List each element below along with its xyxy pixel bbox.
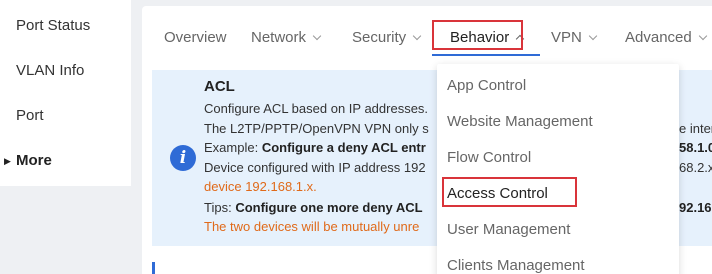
notice-line-tail: e inter [679, 121, 712, 136]
tab-label: Overview [164, 29, 227, 46]
tab-network[interactable]: Network [251, 29, 322, 47]
notice-line-warning: device 192.168.1.x. [204, 179, 317, 194]
sidebar-item-more[interactable]: More [16, 152, 52, 170]
notice-line-tail: 68.2.x [679, 160, 712, 175]
tab-overview[interactable]: Overview [164, 29, 227, 47]
sidebar-item-port[interactable]: Port [16, 107, 44, 125]
menu-highlight-box [442, 177, 577, 207]
notice-line-tail: 92.16 [679, 200, 712, 215]
tab-security[interactable]: Security [352, 29, 422, 47]
tab-label: Network [251, 29, 307, 46]
menu-item-flow-control[interactable]: Flow Control [447, 149, 531, 167]
menu-item-user-management[interactable]: User Management [447, 221, 570, 239]
notice-bold: Configure a deny ACL entr [261, 140, 426, 155]
sidebar-item-vlan-info[interactable]: VLAN Info [16, 62, 84, 80]
chevron-down-icon [312, 31, 322, 41]
section-marker [152, 262, 155, 274]
notice-prefix: Tips: [204, 200, 236, 215]
tab-label: Security [352, 29, 407, 46]
notice-line-tail: 58.1.0 [679, 140, 712, 155]
menu-item-clients-management[interactable]: Clients Management [447, 257, 585, 274]
notice-bold: Configure one more deny ACL [235, 200, 423, 215]
tab-advanced[interactable]: Advanced [625, 29, 707, 47]
sidebar: Port Status VLAN Info Port ▶ More [0, 0, 131, 186]
behavior-dropdown-menu [437, 64, 679, 274]
chevron-down-icon [412, 31, 422, 41]
menu-item-app-control[interactable]: App Control [447, 77, 526, 95]
menu-item-website-management[interactable]: Website Management [447, 113, 593, 131]
notice-title: ACL [204, 78, 235, 95]
notice-line: Device configured with IP address 192 [204, 160, 426, 175]
active-tab-indicator [432, 54, 540, 56]
tab-highlight-box [432, 20, 523, 50]
tab-label: VPN [551, 29, 582, 46]
notice-line-warning: The two devices will be mutually unre [204, 219, 420, 234]
notice-line: Configure ACL based on IP addresses. [204, 101, 429, 116]
notice-prefix: Example: [204, 140, 262, 155]
notice-line: The L2TP/PPTP/OpenVPN VPN only s [204, 121, 429, 136]
info-icon: i [170, 145, 196, 171]
chevron-down-icon [698, 31, 707, 41]
tab-label: Advanced [625, 29, 692, 46]
caret-right-icon: ▶ [4, 156, 11, 166]
chevron-down-icon [588, 31, 598, 41]
sidebar-item-port-status[interactable]: Port Status [16, 17, 90, 35]
notice-line: Example: Configure a deny ACL entr [204, 140, 426, 156]
notice-line: Tips: Configure one more deny ACL [204, 200, 423, 216]
tab-vpn[interactable]: VPN [551, 29, 598, 47]
